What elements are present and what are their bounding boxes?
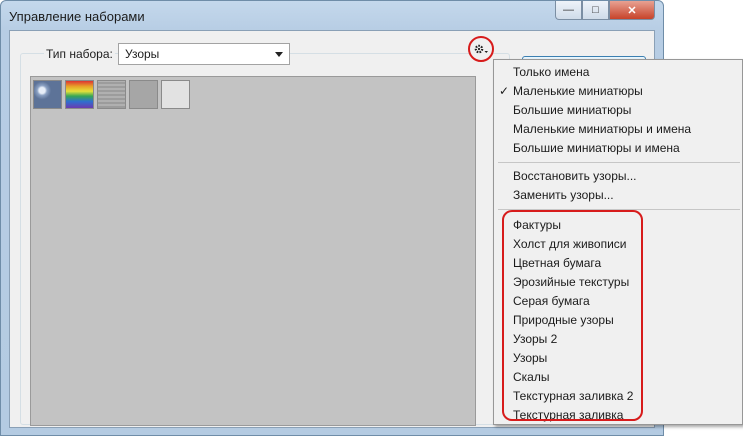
menu-item-action[interactable]: Восстановить узоры... bbox=[494, 167, 742, 186]
menu-item-library[interactable]: Холст для живописи bbox=[494, 235, 742, 254]
thumbnail-gray-texture-pattern[interactable] bbox=[97, 80, 126, 109]
check-icon: ✓ bbox=[499, 84, 510, 98]
pattern-grid bbox=[30, 76, 476, 426]
menu-item-library[interactable]: Текстурная заливка bbox=[494, 406, 742, 425]
menu-item-label: Восстановить узоры... bbox=[513, 169, 637, 183]
gear-glyph bbox=[474, 44, 488, 54]
menu-item-view[interactable]: ✓ Маленькие миниатюры bbox=[494, 82, 742, 101]
menu-item-library[interactable]: Текстурная заливка 2 bbox=[494, 387, 742, 406]
menu-item-label: Узоры bbox=[513, 351, 548, 365]
thumbnail-bubbles-pattern[interactable] bbox=[33, 80, 62, 109]
menu-item-library[interactable]: Эрозийные текстуры bbox=[494, 273, 742, 292]
menu-item-library[interactable]: Узоры 2 bbox=[494, 330, 742, 349]
menu-item-library[interactable]: Природные узоры bbox=[494, 311, 742, 330]
menu-item-label: Большие миниатюры и имена bbox=[513, 141, 680, 155]
menu-item-label: Маленькие миниатюры bbox=[513, 84, 643, 98]
thumbnail-gray-pattern[interactable] bbox=[129, 80, 158, 109]
preset-type-select[interactable]: Узоры bbox=[118, 43, 290, 65]
menu-item-view[interactable]: Маленькие миниатюры и имена bbox=[494, 120, 742, 139]
menu-item-label: Цветная бумага bbox=[513, 256, 602, 270]
menu-item-view[interactable]: Только имена bbox=[494, 63, 742, 82]
preset-type-label: Тип набора: bbox=[44, 47, 115, 61]
menu-item-view[interactable]: Большие миниатюры и имена bbox=[494, 139, 742, 158]
thumbnail-light-pattern[interactable] bbox=[161, 80, 190, 109]
menu-separator bbox=[498, 162, 740, 163]
menu-item-library[interactable]: Узоры bbox=[494, 349, 742, 368]
menu-item-label: Серая бумага bbox=[513, 294, 590, 308]
menu-item-label: Природные узоры bbox=[513, 313, 614, 327]
menu-item-label: Текстурная заливка bbox=[513, 408, 624, 422]
gear-icon[interactable] bbox=[468, 36, 494, 62]
menu-item-label: Эрозийные текстуры bbox=[513, 275, 630, 289]
menu-item-label: Холст для живописи bbox=[513, 237, 627, 251]
menu-separator bbox=[498, 209, 740, 210]
menu-item-label: Большие миниатюры bbox=[513, 103, 632, 117]
menu-item-label: Фактуры bbox=[513, 218, 561, 232]
menu-item-library[interactable]: Скалы bbox=[494, 368, 742, 387]
window-title: Управление наборами bbox=[9, 9, 145, 24]
menu-item-label: Только имена bbox=[513, 65, 590, 79]
menu-item-label: Узоры 2 bbox=[513, 332, 558, 346]
menu-item-label: Текстурная заливка 2 bbox=[513, 389, 634, 403]
maximize-icon[interactable]: □ bbox=[582, 1, 609, 20]
pattern-options-menu: Только имена ✓ Маленькие миниатюры Большие … bbox=[493, 59, 743, 425]
chevron-down-icon bbox=[275, 52, 283, 57]
close-icon[interactable]: ✕ bbox=[609, 1, 655, 20]
window-controls: — □ ✕ bbox=[555, 1, 655, 20]
menu-item-label: Заменить узоры... bbox=[513, 188, 614, 202]
preset-type-value: Узоры bbox=[125, 47, 160, 61]
menu-item-label: Скалы bbox=[513, 370, 550, 384]
thumbnail-rainbow-pattern[interactable] bbox=[65, 80, 94, 109]
menu-item-library[interactable]: Фактуры bbox=[494, 216, 742, 235]
menu-item-label: Маленькие миниатюры и имена bbox=[513, 122, 692, 136]
menu-item-action[interactable]: Заменить узоры... bbox=[494, 186, 742, 205]
menu-item-view[interactable]: Большие миниатюры bbox=[494, 101, 742, 120]
menu-item-library[interactable]: Цветная бумага bbox=[494, 254, 742, 273]
menu-item-library[interactable]: Серая бумага bbox=[494, 292, 742, 311]
minimize-icon[interactable]: — bbox=[555, 1, 582, 20]
